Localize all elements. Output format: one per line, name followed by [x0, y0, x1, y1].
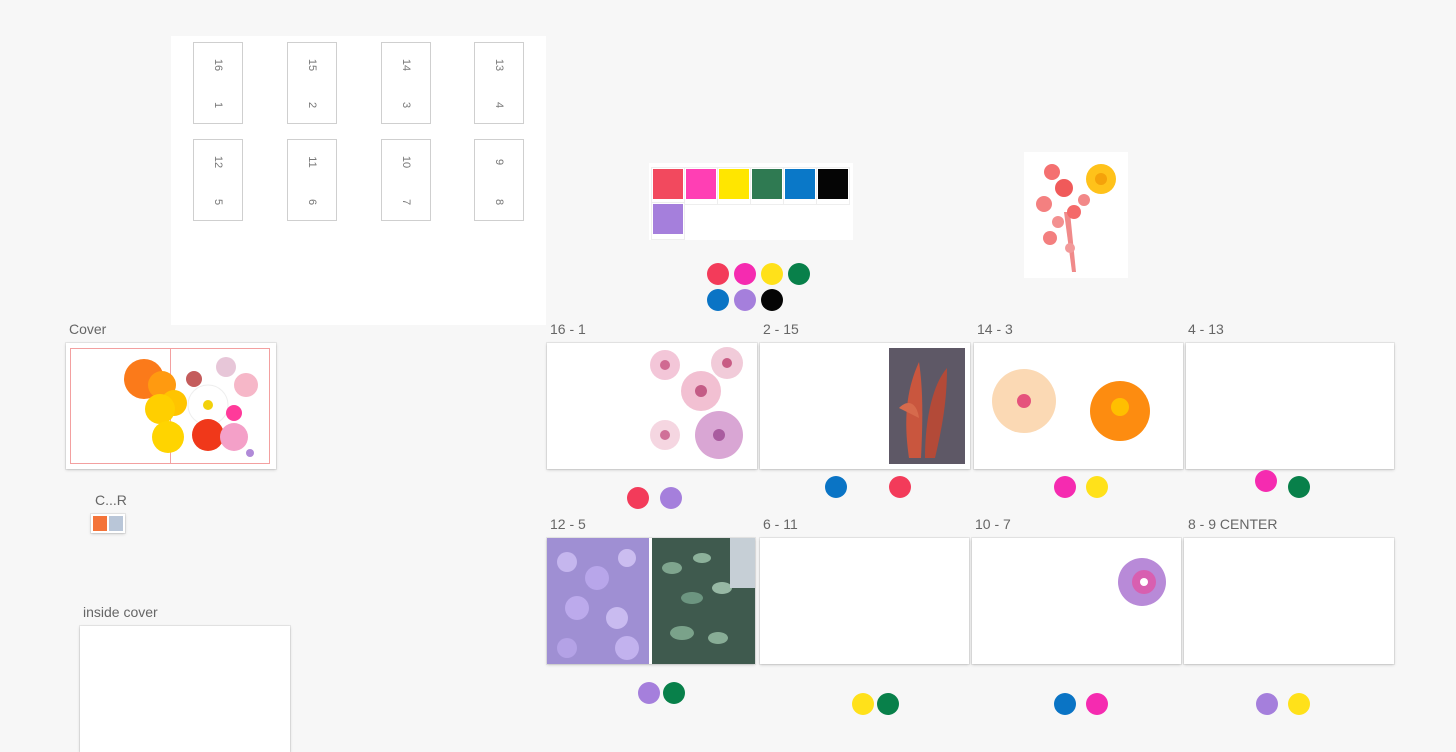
imposition-sheet[interactable]: 16 1 15 2 14 3 13 4 12 5 11 6 10 7 98	[171, 36, 546, 325]
pink-poppies-image	[650, 347, 743, 459]
floating-flower-image[interactable]	[1024, 152, 1128, 278]
frame-10-7-dot-pink[interactable]	[1086, 693, 1108, 715]
imposition-slot: 98	[474, 139, 524, 221]
swatch-black	[818, 169, 848, 199]
frame-12-5-dot-violet[interactable]	[638, 682, 660, 704]
frame-8-9-dot-yellow[interactable]	[1288, 693, 1310, 715]
frame-10-7[interactable]	[972, 538, 1181, 664]
swatch-green	[752, 169, 782, 199]
frame-16-1-dot-red[interactable]	[627, 487, 649, 509]
frame-label-8-9-center[interactable]: 8 - 9 CENTER	[1188, 516, 1277, 532]
frame-label-6-11[interactable]: 6 - 11	[763, 516, 798, 532]
frame-4-13[interactable]	[1186, 343, 1394, 469]
frame-16-1-dot-violet[interactable]	[660, 487, 682, 509]
red-plant-photo	[889, 348, 965, 464]
imposition-slot: 13 4	[474, 42, 524, 124]
palette-dot-blue[interactable]	[707, 289, 729, 311]
peach-orange-flowers-image	[992, 369, 1150, 441]
swatch-blue	[785, 169, 815, 199]
frame-14-3-dot-pink[interactable]	[1054, 476, 1076, 498]
flower-illustration	[1036, 164, 1116, 272]
palette-dot-black[interactable]	[761, 289, 783, 311]
frame-label-14-3[interactable]: 14 - 3	[977, 321, 1013, 337]
frame-4-13-dot-pink[interactable]	[1255, 470, 1277, 492]
frame-inside-cover[interactable]	[80, 626, 290, 752]
swatch-bright-red	[653, 169, 683, 199]
green-leaves-photo	[652, 538, 755, 664]
frame-label-inside-cover[interactable]: inside cover	[83, 604, 158, 620]
color-swatch-card[interactable]	[649, 163, 853, 240]
palette-dot-violet[interactable]	[734, 289, 756, 311]
frame-8-9-dot-violet[interactable]	[1256, 693, 1278, 715]
frame-label-16-1[interactable]: 16 - 1	[550, 321, 586, 337]
frame-label-4-13[interactable]: 4 - 13	[1188, 321, 1224, 337]
frame-label-12-5[interactable]: 12 - 5	[550, 516, 586, 532]
imposition-slot: 16 1	[193, 42, 243, 124]
frame-10-7-dot-blue[interactable]	[1054, 693, 1076, 715]
palette-dot-red[interactable]	[707, 263, 729, 285]
imposition-slot: 11 6	[287, 139, 337, 221]
imposition-slot: 10 7	[381, 139, 431, 221]
violet-flower-image	[1118, 558, 1166, 606]
frame-cr-thumbnail[interactable]	[91, 514, 125, 533]
frame-8-9-center[interactable]	[1184, 538, 1394, 664]
palette-dot-green[interactable]	[788, 263, 810, 285]
frame-label-10-7[interactable]: 10 - 7	[975, 516, 1011, 532]
swatch-violet	[653, 204, 683, 234]
palette-dot-pink[interactable]	[734, 263, 756, 285]
swatch-yellow	[719, 169, 749, 199]
frame-12-5-dot-green[interactable]	[663, 682, 685, 704]
frame-4-13-dot-green[interactable]	[1288, 476, 1310, 498]
cover-flower-bouquet	[124, 357, 258, 457]
frame-14-3-dot-yellow[interactable]	[1086, 476, 1108, 498]
frame-cover[interactable]	[66, 343, 276, 469]
frame-label-cover[interactable]: Cover	[69, 321, 106, 337]
frame-2-15[interactable]	[760, 343, 970, 469]
imposition-slot: 15 2	[287, 42, 337, 124]
frame-label-2-15[interactable]: 2 - 15	[763, 321, 799, 337]
frame-6-11-dot-yellow[interactable]	[852, 693, 874, 715]
swatch-fluorescent-pink	[686, 169, 716, 199]
palette-dot-yellow[interactable]	[761, 263, 783, 285]
frame-6-11-dot-green[interactable]	[877, 693, 899, 715]
frame-16-1[interactable]	[547, 343, 757, 469]
frame-label-cr[interactable]: C...R	[95, 492, 127, 508]
imposition-slot: 12 5	[193, 139, 243, 221]
frame-14-3[interactable]	[974, 343, 1183, 469]
frame-2-15-dot-blue[interactable]	[825, 476, 847, 498]
lilac-flowers-photo	[547, 538, 649, 664]
frame-6-11[interactable]	[760, 538, 969, 664]
imposition-slot: 14 3	[381, 42, 431, 124]
frame-2-15-dot-red[interactable]	[889, 476, 911, 498]
frame-12-5[interactable]	[547, 538, 755, 664]
